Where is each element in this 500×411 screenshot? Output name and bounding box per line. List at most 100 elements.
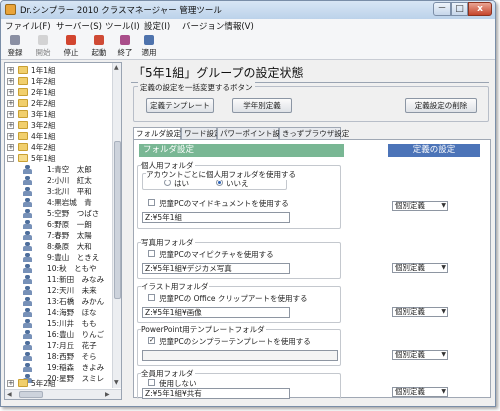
student-label: 14:海野 ほな bbox=[47, 308, 97, 317]
menu-server[interactable]: サーバー(S) bbox=[56, 20, 102, 32]
apply-button[interactable]: 適用 bbox=[137, 33, 161, 59]
start-icon bbox=[38, 35, 48, 45]
maximize-button[interactable]: □ bbox=[451, 2, 468, 16]
shared-path-field[interactable]: Z:¥5年1組¥共有 bbox=[142, 388, 290, 399]
person-icon bbox=[23, 253, 32, 262]
toolbar: 登録 開始 停止 起動 終了 適用 bbox=[1, 32, 495, 60]
scroll-down-icon[interactable]: ▼ bbox=[114, 379, 119, 386]
expand-toggle[interactable]: + bbox=[7, 111, 14, 118]
expand-toggle[interactable]: + bbox=[7, 133, 14, 140]
group-label: 1年1組 bbox=[31, 66, 56, 75]
student-label: 12:天川 未来 bbox=[47, 286, 97, 295]
illust-folder-label: イラスト用フォルダ bbox=[141, 281, 210, 292]
select-value: 個別定義 bbox=[395, 350, 425, 359]
not-use-checkbox[interactable] bbox=[148, 379, 155, 386]
mypicture-checkbox[interactable] bbox=[148, 250, 155, 257]
expand-toggle[interactable]: + bbox=[7, 380, 14, 387]
collapse-toggle[interactable]: − bbox=[7, 155, 14, 162]
stop-icon bbox=[66, 35, 76, 45]
illust-path-field[interactable]: Z:¥5年1組¥画像 bbox=[142, 307, 290, 318]
expand-toggle[interactable]: + bbox=[7, 67, 14, 74]
person-icon bbox=[23, 286, 32, 295]
app-window: Dr.シンプラー 2010 クラスマネージャー 管理ツール － □ x ファイル… bbox=[0, 0, 496, 407]
expand-toggle[interactable]: + bbox=[7, 100, 14, 107]
folder-icon bbox=[18, 88, 28, 96]
definition-settings-header: 定義の設定 bbox=[388, 144, 480, 157]
personal-path-field[interactable]: Z:¥5年1組 bbox=[142, 212, 290, 223]
person-icon bbox=[23, 264, 32, 273]
photo-definition-select[interactable]: 個別定義 ▼ bbox=[392, 263, 448, 273]
select-value: 個別定義 bbox=[395, 201, 425, 210]
tree-vertical-scrollbar[interactable]: ▲ ▼ bbox=[112, 63, 121, 388]
shared-folder-label: 全員用フォルダ bbox=[141, 368, 195, 379]
tab-word[interactable]: ワード設定 bbox=[181, 127, 222, 139]
tree-horizontal-scrollbar[interactable]: ◀ ▶ bbox=[5, 389, 121, 399]
menu-version[interactable]: バージョン情報(V) bbox=[182, 20, 254, 32]
student-label: 6:野原 一朗 bbox=[47, 220, 92, 229]
scroll-thumb[interactable] bbox=[114, 141, 121, 299]
dropdown-arrow-icon: ▼ bbox=[441, 264, 446, 271]
student-label: 19:稲森 きよみ bbox=[47, 363, 105, 372]
register-button[interactable]: 登録 bbox=[3, 33, 27, 59]
group-label: 1年2組 bbox=[31, 77, 56, 86]
group-label: 5年2組 bbox=[31, 379, 56, 388]
person-icon bbox=[23, 330, 32, 339]
folder-icon bbox=[18, 66, 28, 74]
group-label: 2年2組 bbox=[31, 99, 56, 108]
start-button[interactable]: 開始 bbox=[31, 33, 55, 59]
student-label: 11:新田 みなみ bbox=[47, 275, 105, 284]
shared-definition-select[interactable]: 個別定義 ▼ bbox=[392, 387, 448, 397]
close-button[interactable]: x bbox=[468, 2, 492, 16]
menu-file[interactable]: ファイル(F) bbox=[5, 20, 51, 32]
expand-toggle[interactable]: + bbox=[7, 78, 14, 85]
scroll-thumb[interactable] bbox=[19, 391, 43, 398]
dropdown-arrow-icon: ▼ bbox=[441, 202, 446, 209]
stop-button[interactable]: 停止 bbox=[59, 33, 83, 59]
launch-button[interactable]: 起動 bbox=[87, 33, 111, 59]
radio-yes[interactable] bbox=[216, 179, 223, 186]
template-checkbox[interactable]: ✓ bbox=[148, 337, 155, 344]
grade-definition-button[interactable]: 学年別定義 bbox=[232, 98, 292, 113]
clipart-checkbox[interactable] bbox=[148, 294, 155, 301]
tab-kids-browser[interactable]: きっずブラウザ設定 bbox=[279, 127, 349, 139]
person-icon bbox=[23, 198, 32, 207]
expand-toggle[interactable]: + bbox=[7, 144, 14, 151]
menu-tool[interactable]: ツール(I) bbox=[105, 20, 140, 32]
menu-settings[interactable]: 設定(I) bbox=[144, 20, 170, 32]
expand-toggle[interactable]: + bbox=[7, 89, 14, 96]
select-value: 個別定義 bbox=[395, 307, 425, 316]
person-icon bbox=[23, 319, 32, 328]
photo-path-field[interactable]: Z:¥5年1組¥デジカメ写真 bbox=[142, 263, 290, 274]
ppt-definition-select[interactable]: 個別定義 ▼ bbox=[392, 350, 448, 360]
exit-button[interactable]: 終了 bbox=[113, 33, 137, 59]
group-label: 3年2組 bbox=[31, 121, 56, 130]
folder-icon bbox=[18, 379, 28, 387]
student-label: 5:空野 つばさ bbox=[47, 209, 100, 218]
title-bar[interactable]: Dr.シンプラー 2010 クラスマネージャー 管理ツール － □ x bbox=[1, 1, 495, 19]
scroll-up-icon[interactable]: ▲ bbox=[114, 64, 119, 71]
template-button[interactable]: 定義テンプレート bbox=[146, 98, 214, 113]
illust-definition-select[interactable]: 個別定義 ▼ bbox=[392, 307, 448, 317]
minimize-button[interactable]: － bbox=[433, 2, 451, 16]
delete-definition-button[interactable]: 定義設定の削除 bbox=[405, 98, 477, 113]
person-icon bbox=[23, 352, 32, 361]
launch-label: 起動 bbox=[91, 48, 107, 57]
student-label: 7:春野 太陽 bbox=[47, 231, 92, 240]
tab-powerpoint[interactable]: パワーポイント設定 bbox=[217, 127, 288, 139]
student-label: 2:小川 紅太 bbox=[47, 176, 92, 185]
folder-icon bbox=[18, 110, 28, 118]
folder-settings-header: フォルダ設定 bbox=[139, 144, 344, 157]
scroll-left-icon[interactable]: ◀ bbox=[7, 391, 12, 398]
ppt-template-label: PowerPoint用テンプレートフォルダ bbox=[141, 324, 266, 335]
expand-toggle[interactable]: + bbox=[7, 122, 14, 129]
student-label: 17:月丘 花子 bbox=[47, 341, 97, 350]
photo-folder-label: 写真用フォルダ bbox=[141, 237, 195, 248]
person-icon bbox=[23, 341, 32, 350]
scroll-right-icon[interactable]: ▶ bbox=[105, 391, 110, 398]
radio-no[interactable] bbox=[164, 179, 171, 186]
ppt-path-field[interactable] bbox=[142, 350, 338, 361]
personal-definition-select[interactable]: 個別定義 ▼ bbox=[392, 201, 448, 211]
student-label: 1:青空 太郎 bbox=[47, 165, 92, 174]
register-icon bbox=[10, 35, 20, 45]
mydoc-checkbox[interactable] bbox=[148, 199, 155, 206]
